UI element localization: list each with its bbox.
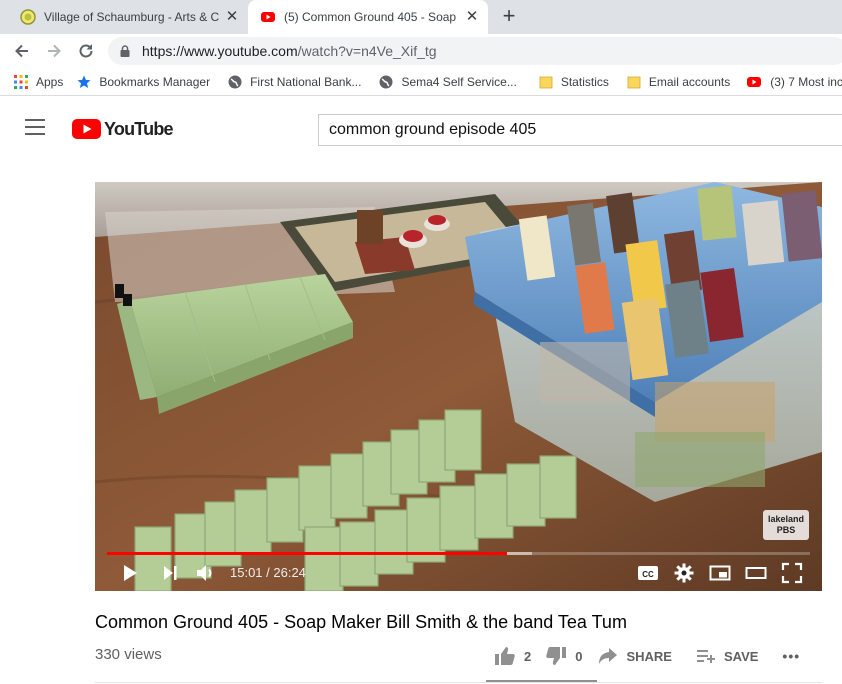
bookmark-first-national-bank[interactable]: First National Bank... bbox=[228, 75, 361, 89]
bookmark-apps[interactable]: Apps bbox=[14, 74, 64, 89]
youtube-wordmark: YouTube bbox=[104, 118, 174, 139]
bookmark-label: Apps bbox=[36, 74, 64, 89]
forward-arrow-icon[interactable] bbox=[44, 41, 64, 61]
tab-close-icon[interactable]: ✕ bbox=[224, 9, 240, 25]
tab-title: Village of Schaumburg - Arts & C bbox=[44, 10, 220, 24]
bookmark-email-accounts[interactable]: Email accounts bbox=[627, 75, 730, 89]
video-frame-soap-scene bbox=[95, 182, 822, 591]
bookmark-label: First National Bank... bbox=[250, 74, 362, 89]
watermark-line-2: PBS bbox=[776, 525, 796, 535]
folder-icon bbox=[627, 76, 641, 88]
browser-tab-strip: Village of Schaumburg - Arts & C ✕ (5) C… bbox=[0, 0, 842, 34]
bookmarks-bar: Apps Bookmarks Manager First National Ba… bbox=[0, 68, 842, 96]
url-host: https://www.youtube.com bbox=[142, 43, 298, 59]
save-label: SAVE bbox=[723, 648, 759, 664]
watermark-line-1: lakeland bbox=[767, 514, 805, 524]
time-display: 15:01 / 26:24 bbox=[230, 565, 306, 580]
browser-toolbar: https://www.youtube.com/watch?v=n4Ve_Xif… bbox=[0, 34, 842, 68]
dislike-button[interactable]: 0 bbox=[545, 646, 582, 666]
settings-icon[interactable] bbox=[673, 562, 695, 584]
reload-icon[interactable] bbox=[76, 41, 96, 61]
like-button[interactable]: 2 bbox=[494, 646, 531, 666]
apps-grid-icon bbox=[14, 74, 28, 89]
globe-icon bbox=[379, 75, 393, 88]
youtube-icon bbox=[261, 12, 275, 22]
fullscreen-icon[interactable] bbox=[781, 562, 803, 584]
share-label: SHARE bbox=[626, 648, 672, 664]
youtube-header: YouTube common ground episode 405 bbox=[0, 97, 842, 159]
share-button[interactable]: SHARE bbox=[598, 647, 672, 665]
miniplayer-icon[interactable] bbox=[709, 562, 731, 584]
village-seal-icon bbox=[20, 9, 36, 25]
back-arrow-icon[interactable] bbox=[12, 41, 32, 61]
tab-village-of-schaumburg[interactable]: Village of Schaumburg - Arts & C ✕ bbox=[8, 0, 248, 34]
bookmark-7-most-incr[interactable]: (3) 7 Most incr bbox=[746, 75, 842, 89]
captions-icon[interactable]: CC bbox=[637, 562, 659, 584]
tab-title: (5) Common Ground 405 - Soap bbox=[284, 10, 457, 24]
lock-icon[interactable] bbox=[120, 45, 130, 57]
url-path: /watch?v=n4Ve_Xif_tg bbox=[297, 43, 437, 59]
share-arrow-icon bbox=[599, 648, 618, 664]
progress-bar[interactable] bbox=[107, 552, 810, 555]
tab-common-ground-405[interactable]: (5) Common Ground 405 - Soap ✕ bbox=[248, 0, 488, 34]
add-to-playlist-icon bbox=[696, 650, 715, 663]
lakeland-pbs-watermark: lakeland PBS bbox=[763, 510, 809, 540]
next-icon[interactable] bbox=[161, 562, 179, 584]
divider bbox=[95, 682, 822, 683]
star-icon bbox=[77, 75, 91, 88]
more-actions-icon[interactable]: ••• bbox=[782, 648, 800, 664]
progress-played bbox=[107, 552, 507, 555]
hamburger-menu-icon[interactable] bbox=[25, 119, 45, 135]
save-button[interactable]: SAVE bbox=[696, 647, 758, 665]
bookmark-label: Sema4 Self Service... bbox=[401, 74, 517, 89]
globe-icon bbox=[228, 75, 242, 88]
thumbs-down-icon bbox=[546, 647, 567, 665]
dislike-count: 0 bbox=[575, 648, 583, 664]
new-tab-button[interactable]: + bbox=[498, 5, 520, 28]
youtube-icon bbox=[747, 76, 762, 87]
folder-icon bbox=[539, 76, 553, 88]
bookmark-label: Statistics bbox=[560, 74, 609, 89]
captions-label: CC bbox=[642, 570, 654, 579]
video-player[interactable]: lakeland PBS 15:01 / 26:24 CC bbox=[95, 182, 822, 591]
youtube-logo[interactable]: YouTube bbox=[72, 118, 174, 139]
play-icon[interactable] bbox=[121, 562, 139, 584]
theater-mode-icon[interactable] bbox=[745, 562, 767, 584]
thumbs-up-icon bbox=[495, 647, 515, 665]
bookmark-label: (3) 7 Most incr bbox=[770, 74, 842, 89]
search-input[interactable]: common ground episode 405 bbox=[318, 114, 842, 146]
video-actions: 2 0 SHARE SAVE ••• bbox=[486, 642, 800, 670]
bookmark-label: Bookmarks Manager bbox=[99, 74, 211, 89]
youtube-play-logo-icon bbox=[72, 119, 101, 139]
like-count: 2 bbox=[524, 648, 532, 664]
bookmark-sema4-self-service[interactable]: Sema4 Self Service... bbox=[379, 74, 517, 89]
tab-close-icon[interactable]: ✕ bbox=[464, 9, 480, 25]
view-count: 330 views bbox=[95, 646, 162, 663]
bookmark-bookmarks-manager[interactable]: Bookmarks Manager bbox=[77, 75, 210, 89]
volume-icon[interactable] bbox=[195, 562, 217, 584]
bookmark-label: Email accounts bbox=[648, 74, 731, 89]
address-bar[interactable]: https://www.youtube.com/watch?v=n4Ve_Xif… bbox=[108, 37, 842, 65]
bookmark-statistics[interactable]: Statistics bbox=[539, 75, 609, 89]
video-title: Common Ground 405 - Soap Maker Bill Smit… bbox=[95, 612, 627, 632]
